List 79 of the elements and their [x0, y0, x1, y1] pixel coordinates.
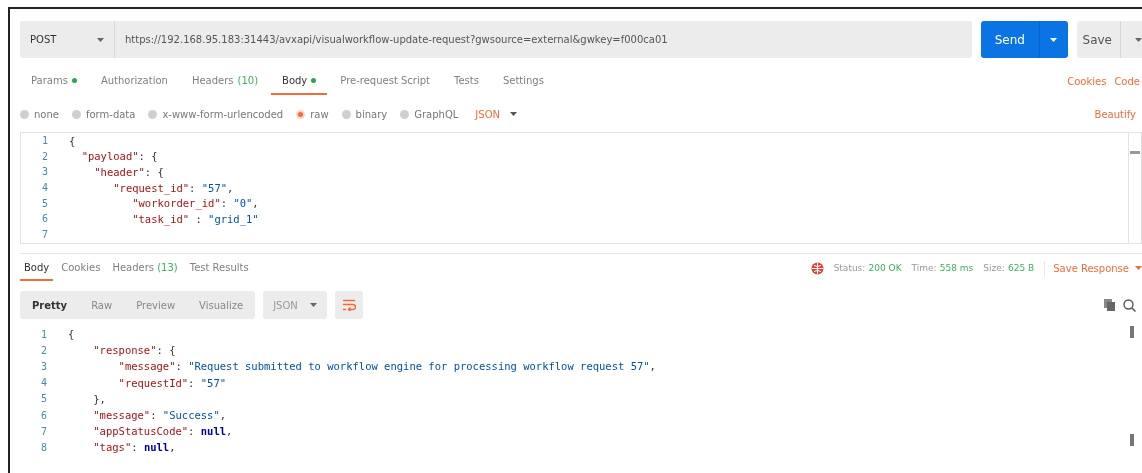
status-label: Status: — [833, 263, 866, 273]
request-tab[interactable]: Authorization — [89, 67, 179, 95]
body-type-radio[interactable]: binary — [341, 108, 388, 120]
request-tab[interactable]: Headers (10) — [180, 67, 270, 95]
request-tab[interactable]: Pre-request Script — [329, 67, 441, 95]
code-line: "payload": { — [80, 150, 158, 163]
body-type-radio[interactable]: GraphQL — [400, 108, 459, 120]
line-number: 6 — [39, 409, 47, 421]
time-value: 558 ms — [939, 263, 974, 273]
response-tab[interactable]: Headers (13) — [108, 255, 182, 281]
line-number: 2 — [39, 344, 47, 356]
view-mode-button[interactable]: Pretty — [20, 291, 80, 319]
line-number: 5 — [40, 197, 48, 209]
code-line: { — [68, 328, 75, 341]
line-number: 8 — [39, 441, 47, 453]
caret-icon — [1050, 37, 1058, 42]
search-icon[interactable] — [1123, 298, 1136, 312]
response-tab[interactable]: Cookies — [57, 255, 105, 281]
code-line: "task_id" : "grid_1" — [131, 212, 259, 225]
line-number: 3 — [40, 166, 48, 178]
request-tab[interactable]: Params — [20, 67, 88, 95]
code-line: "message": "Request submitted to workflow engine for processing workflow request 57", — [117, 360, 656, 373]
globe-icon — [810, 261, 824, 275]
code-line: "header": { — [93, 166, 164, 178]
body-type-radio[interactable]: raw — [296, 108, 329, 120]
format-dropdown[interactable]: JSON — [471, 108, 521, 120]
beautify-link[interactable]: Beautify — [1094, 108, 1136, 120]
code-line: "message": "Success", — [92, 409, 227, 422]
code-line: { — [69, 134, 76, 147]
line-number: 7 — [39, 425, 47, 437]
caret-icon — [1135, 37, 1142, 42]
scrollbar[interactable] — [1128, 133, 1141, 243]
view-mode-button[interactable]: Preview — [124, 291, 188, 319]
line-number: 1 — [40, 135, 48, 147]
request-tab[interactable]: Tests — [443, 67, 490, 95]
time-label: Time: — [911, 263, 937, 273]
code-line: "response": { — [92, 344, 176, 357]
caret-icon — [1135, 266, 1142, 270]
save-button[interactable]: Save — [1076, 21, 1142, 58]
code-line: }, — [92, 392, 106, 405]
send-button[interactable]: Send — [981, 21, 1068, 58]
request-tab[interactable]: Body — [271, 67, 328, 95]
method-dropdown[interactable]: POST — [20, 21, 115, 58]
body-type-radio[interactable]: none — [20, 108, 59, 120]
line-number: 7 — [40, 228, 48, 240]
copy-icon[interactable] — [1104, 299, 1115, 311]
response-tab[interactable]: Body — [20, 255, 54, 281]
header-link[interactable]: Cookies — [1067, 75, 1107, 87]
header-link[interactable]: Code — [1114, 75, 1140, 87]
request-tab[interactable]: Settings — [491, 67, 555, 95]
line-number: 4 — [39, 377, 47, 389]
caret-icon — [510, 112, 517, 116]
line-number: 2 — [40, 150, 48, 162]
save-response-button[interactable]: Save Response — [1044, 260, 1142, 276]
line-number: 5 — [39, 393, 47, 405]
code-line: "requestId": "57" — [117, 376, 227, 389]
line-number: 4 — [40, 182, 48, 194]
line-number: 6 — [40, 213, 48, 225]
line-number: 1 — [39, 328, 47, 340]
line-number: 3 — [39, 360, 47, 372]
request-body-editor[interactable]: 1 { 2 "payload": { 3 "header": { 4 "request_id": "57", 5 "workorder_id": "0", 6 "task_id" : "grid_1" 7 — [20, 132, 1142, 244]
size-label: Size: — [983, 263, 1005, 273]
view-mode-button[interactable]: Visualize — [187, 291, 256, 319]
code-line: "appStatusCode": null, — [92, 425, 233, 438]
format-dropdown[interactable]: JSON — [263, 291, 327, 319]
body-type-radio[interactable]: x-www-form-urlencoded — [148, 108, 284, 120]
code-line: "request_id": "57", — [112, 181, 234, 194]
wrap-lines-button[interactable] — [334, 291, 363, 319]
caret-icon — [309, 303, 317, 307]
code-line: "tags": null, — [92, 441, 176, 454]
size-value: 625 B — [1008, 263, 1035, 273]
body-type-radio[interactable]: form-data — [71, 108, 136, 120]
response-tab[interactable]: Test Results — [185, 255, 253, 281]
view-mode-button[interactable]: Raw — [79, 291, 125, 319]
code-line: "workorder_id": "0", — [131, 197, 259, 210]
wrap-icon — [341, 299, 356, 311]
caret-icon — [97, 37, 104, 42]
status-value: 200 OK — [868, 263, 902, 273]
url-field[interactable]: https://192.168.95.183:31443/avxapi/visualworkflow-update-request?gwsource=external&gwkey=f000ca01 — [115, 21, 972, 58]
